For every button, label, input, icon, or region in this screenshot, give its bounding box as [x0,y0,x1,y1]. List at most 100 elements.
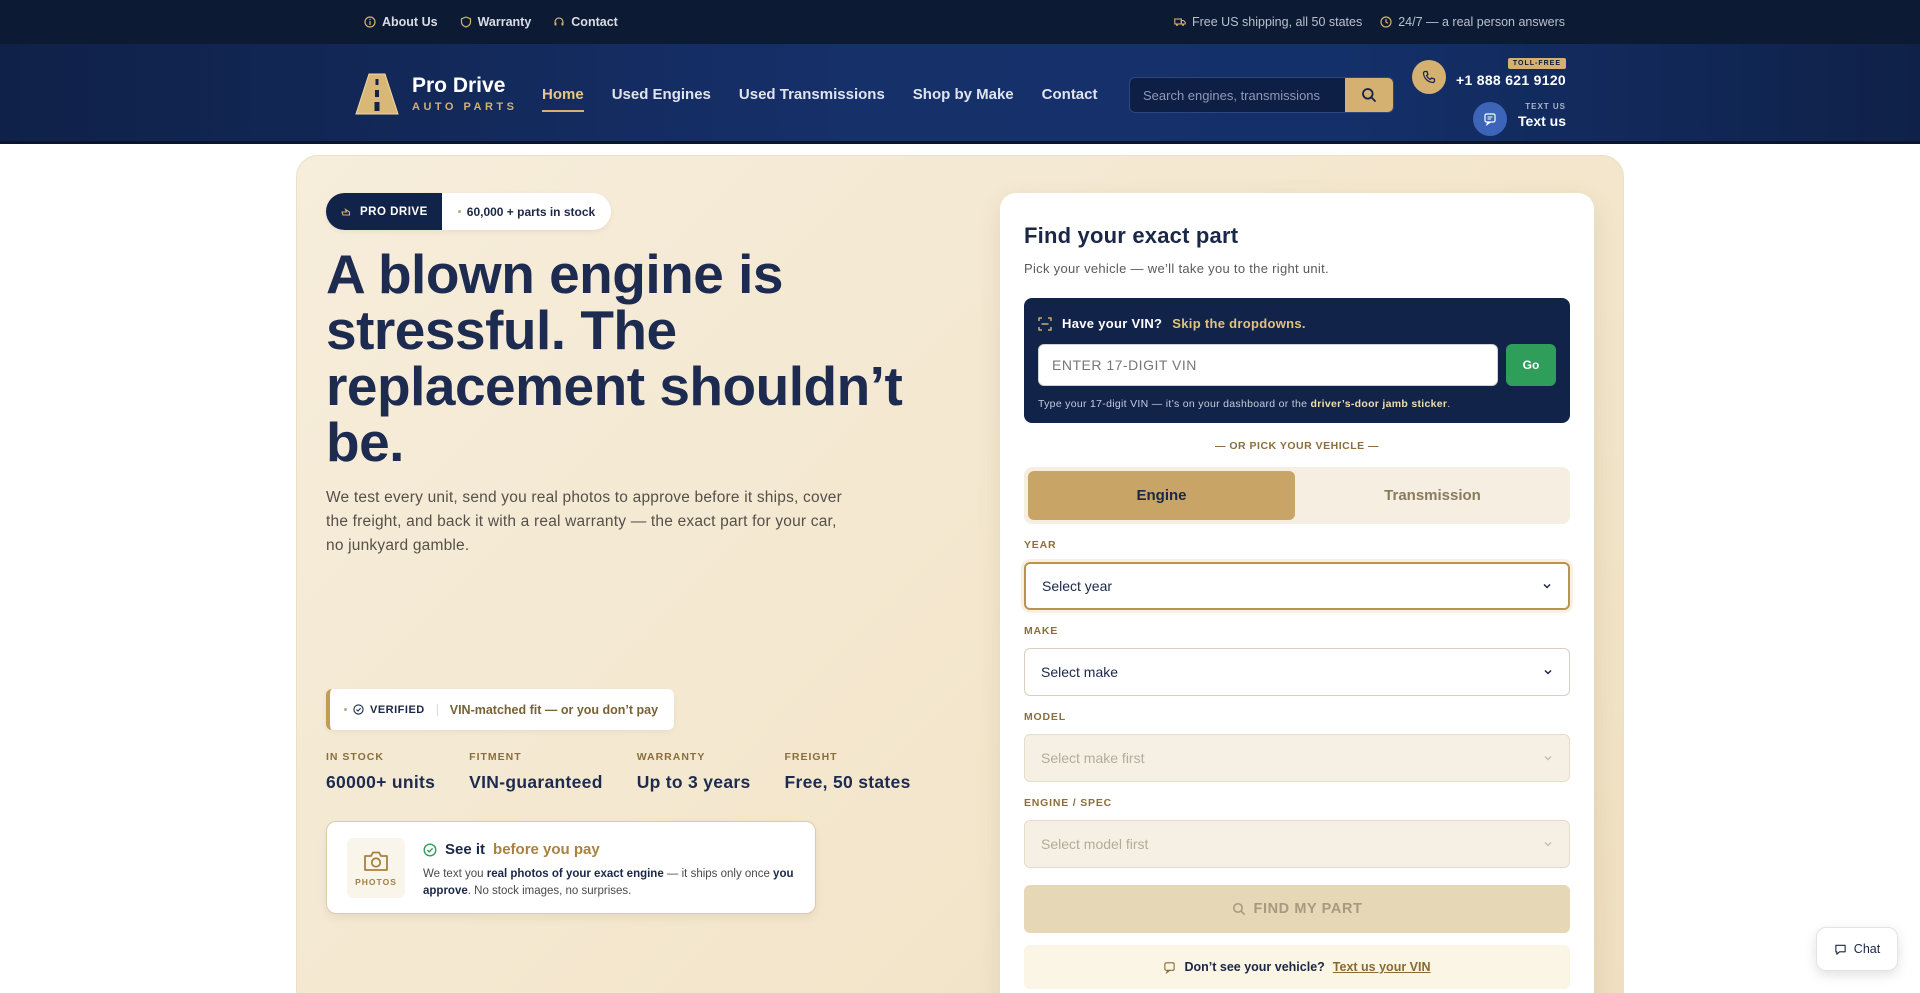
dont-see-vehicle: Don’t see your vehicle? Text us your VIN [1024,945,1570,989]
nav-home[interactable]: Home [542,86,584,112]
chat-label: Chat [1853,942,1881,956]
chat-widget-button[interactable]: Chat [1816,927,1898,971]
clock-icon [1380,16,1392,28]
year-select[interactable]: Select year [1024,562,1570,610]
hand-pointer-icon [341,207,351,216]
engine-spec-select[interactable]: Select model first [1024,820,1570,868]
pill-stock: 60,000 + parts in stock [442,205,611,219]
chevron-down-icon [1544,669,1552,675]
stat-label: FREIGHT [784,751,838,763]
contact-top-link[interactable]: Contact [553,15,618,29]
warranty-link[interactable]: Warranty [460,15,531,29]
brand-name: Pro Drive [412,73,506,97]
see-it-description: We text you real photos of your exact en… [423,866,803,900]
phone-call-link[interactable]: TOLL-FREE +1 888 621 9120 [1412,58,1566,98]
support-info: 24/7 — a real person answers [1380,15,1565,29]
stat-value: VIN-guaranteed [469,772,603,792]
message-icon [1473,102,1507,136]
search-icon [1232,902,1245,916]
brand-logo[interactable]: Pro Drive AUTO PARTS [354,70,518,116]
about-us-link[interactable]: About Us [364,15,438,29]
verified-text: VIN-matched fit — or you don’t pay [449,702,659,717]
make-select-value: Select make [1041,664,1119,680]
find-my-part-button[interactable]: FIND MY PART [1024,885,1570,933]
shipping-info: Free US shipping, all 50 states [1174,15,1362,29]
vin-help-end: . [1447,398,1451,410]
dont-see-text: Don’t see your vehicle? [1184,960,1325,974]
verified-tag: VERIFIED [344,703,438,716]
pill-brand-label: PRO DRIVE [360,205,428,218]
chat-bubble-icon [1835,944,1846,955]
about-us-label: About Us [382,15,438,29]
make-select[interactable]: Select make [1024,648,1570,696]
info-icon [364,16,376,28]
stat-value: Up to 3 years [636,772,751,792]
camera-icon [364,851,388,871]
vin-heading-gold: Skip the dropdowns. [1172,316,1306,331]
nav-shop-by-make[interactable]: Shop by Make [913,86,1014,103]
verified-dot [344,708,347,711]
main-nav: Home Used Engines Used Transmissions Sho… [542,44,1098,144]
utility-bar: About Us Warranty Contact Free US shippi… [0,0,1920,44]
main-header: Pro Drive AUTO PARTS Home Used Engines U… [0,44,1920,144]
vin-input[interactable] [1038,344,1498,386]
pill-dot [457,210,461,213]
text-us-label: Text us [1518,113,1566,129]
tollfree-badge: TOLL-FREE [1507,58,1566,69]
stat-label: IN STOCK [326,751,384,763]
model-label: MODEL [1024,711,1066,723]
stat-fitment: FITMENT VIN-guaranteed [469,751,603,793]
search-input[interactable] [1130,78,1345,112]
vin-lookup-box: Have your VIN? Skip the dropdowns. Go Ty… [1024,298,1570,423]
photos-tile: PHOTOS [347,838,405,898]
find-my-part-label: FIND MY PART [1253,901,1363,917]
search-button[interactable] [1345,78,1393,112]
utility-info: Free US shipping, all 50 states 24/7 — a… [1174,0,1565,44]
shield-icon [460,16,472,28]
nav-used-engines[interactable]: Used Engines [612,86,711,103]
photos-label: PHOTOS [355,876,397,887]
brand-text: Pro Drive AUTO PARTS [412,74,518,113]
nav-contact[interactable]: Contact [1042,86,1098,103]
verified-badge: VERIFIED VIN-matched fit — or you don’t … [326,689,675,730]
stat-label: WARRANTY [636,751,706,763]
vin-help-text: Type your 17-digit VIN — it’s on your da… [1038,398,1451,410]
engine-spec-label: ENGINE / SPEC [1024,797,1113,809]
chevron-down-icon [1544,841,1552,847]
support-text: 24/7 — a real person answers [1398,15,1565,29]
message-icon [1164,961,1176,974]
see-it-title-gold: before you pay [493,841,600,858]
pill-stock-label: 60,000 + parts in stock [466,204,596,219]
year-label: YEAR [1024,539,1057,551]
phone-number: +1 888 621 9120 [1456,72,1566,88]
vin-go-button[interactable]: Go [1506,344,1556,386]
text-us-vin-link[interactable]: Text us your VIN [1333,960,1431,974]
model-select[interactable]: Select make first [1024,734,1570,782]
vin-help-part: Type your 17-digit VIN — it’s on your da… [1038,398,1311,410]
see-it-title: See it before you pay [423,841,600,858]
part-type-tabs: Engine Transmission [1024,467,1570,524]
check-circle-icon [353,704,364,715]
tab-transmission[interactable]: Transmission [1299,471,1566,520]
tab-engine[interactable]: Engine [1028,471,1295,520]
model-select-value: Select make first [1041,750,1145,766]
vin-heading-text: Have your VIN? [1062,316,1163,331]
finder-title: Find your exact part [1024,223,1239,248]
stat-label: FITMENT [469,751,522,763]
part-finder-card: Find your exact part Pick your vehicle —… [1000,193,1594,993]
headset-icon [553,16,565,28]
see-it-title-text: See it [445,841,486,858]
text-us-link[interactable]: TEXT US Text us [1473,100,1566,136]
phone-icon [1412,60,1446,94]
contact-top-label: Contact [571,15,618,29]
truck-icon [1174,16,1186,28]
or-pick-divider: — OR PICK YOUR VEHICLE — [1214,440,1380,452]
vin-help-bold: driver’s-door jamb sticker [1310,398,1448,410]
desc-part: — it ships only once [663,868,774,880]
year-select-value: Select year [1042,578,1113,594]
road-logo-icon [354,70,400,116]
chevron-down-icon [1543,583,1551,589]
nav-used-transmissions[interactable]: Used Transmissions [739,86,885,103]
stat-value: Free, 50 states [784,772,911,792]
make-label: MAKE [1024,625,1059,637]
